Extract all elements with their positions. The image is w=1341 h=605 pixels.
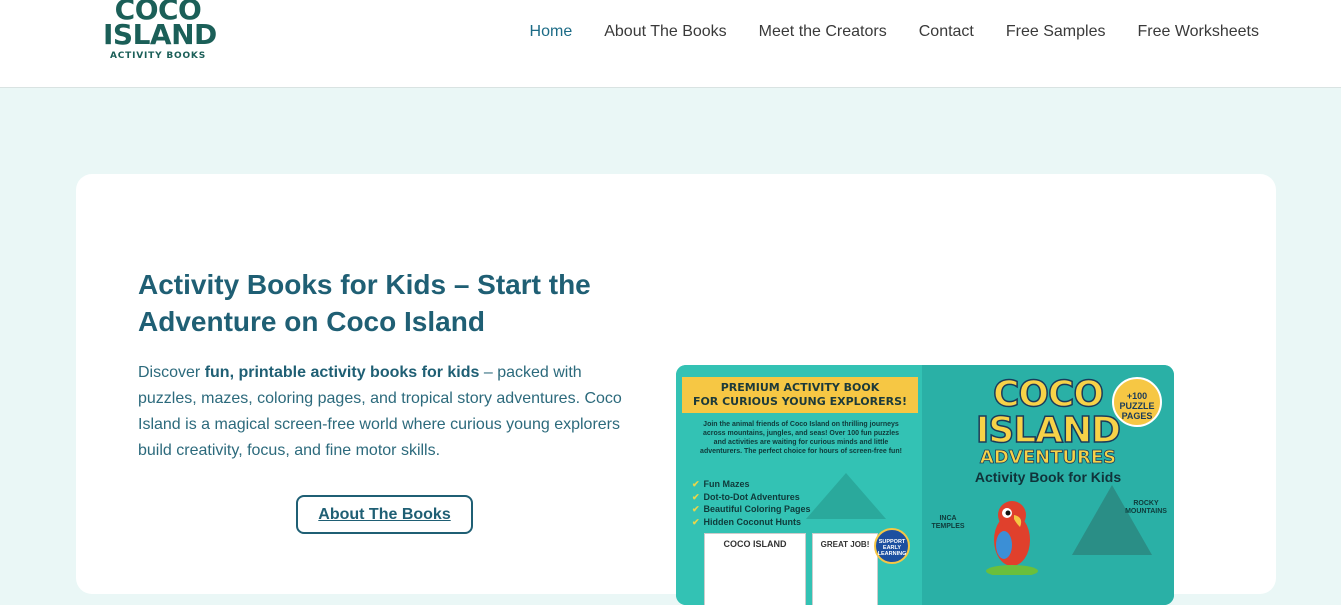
puzzle-pages-badge: +100 PUZZLE PAGES — [1112, 377, 1162, 427]
feature-label: Hidden Coconut Hunts — [703, 516, 802, 527]
desc-before: Discover — [138, 364, 205, 381]
nav-contact[interactable]: Contact — [919, 22, 974, 42]
feature-item: ✔ Fun Mazes — [692, 478, 811, 491]
feature-list: ✔ Fun Mazes ✔ Dot-to-Dot Adventures ✔ Beaut… — [692, 478, 811, 528]
sample-page-thumbnail: COCO ISLAND — [704, 533, 806, 605]
mountain-illustration-2 — [1072, 485, 1152, 555]
about-the-books-button[interactable]: About The Books — [296, 495, 473, 534]
sample-page-title: COCO ISLAND — [723, 539, 787, 549]
nav-free-worksheets[interactable]: Free Worksheets — [1137, 22, 1259, 42]
main-nav: Home About The Books Meet the Creators C… — [498, 22, 1259, 42]
support-badge: SUPPORT EARLY LEARNING — [874, 528, 910, 564]
back-banner-line-2: FOR CURIOUS YOUNG EXPLORERS! — [692, 395, 908, 408]
rocky-mountains-label: ROCKY MOUNTAINS — [1125, 500, 1167, 515]
site-logo[interactable]: COCO ISLAND ACTIVITY BOOKS — [103, 0, 217, 61]
nav-free-samples[interactable]: Free Samples — [1006, 22, 1106, 42]
check-icon: ✔ — [692, 491, 700, 502]
feature-item: ✔ Beautiful Coloring Pages — [692, 503, 811, 516]
sample-page-thumbnail-2: GREAT JOB! — [812, 533, 878, 605]
feature-label: Beautiful Coloring Pages — [703, 504, 811, 514]
feature-item: ✔ Hidden Coconut Hunts — [692, 516, 811, 529]
cover-subtitle: ADVENTURES — [979, 447, 1117, 469]
check-icon: ✔ — [692, 479, 700, 489]
feature-label: Dot-to-Dot Adventures — [703, 491, 800, 502]
nav-meet-the-creators[interactable]: Meet the Creators — [759, 22, 887, 42]
hero-description: Discover fun, printable activity books f… — [138, 360, 638, 464]
book-back-cover: PREMIUM ACTIVITY BOOK FOR CURIOUS YOUNG … — [676, 365, 922, 605]
mountain-illustration — [806, 473, 886, 519]
back-blurb: Join the animal friends of Coco Island o… — [700, 421, 902, 455]
book-cover-image: PREMIUM ACTIVITY BOOK FOR CURIOUS YOUNG … — [676, 365, 1174, 605]
check-icon: ✔ — [692, 504, 700, 514]
inca-temples-label: INCA TEMPLES — [931, 515, 965, 530]
check-icon: ✔ — [692, 516, 700, 527]
sample-page-title-2: GREAT JOB! — [820, 540, 870, 549]
desc-bold: fun, printable activity books for kids — [204, 364, 480, 381]
site-header: COCO ISLAND ACTIVITY BOOKS Home About Th… — [0, 0, 1341, 88]
hero-title: Activity Books for Kids – Start the Adve… — [138, 269, 591, 337]
nav-about-the-books[interactable]: About The Books — [604, 22, 726, 42]
feature-label: Fun Mazes — [703, 479, 750, 489]
book-front-cover: COCO ISLAND +100 PUZZLE PAGES ADVENTURES… — [922, 365, 1174, 605]
parrot-icon — [986, 501, 1038, 575]
feature-item: ✔ Dot-to-Dot Adventures — [692, 491, 811, 504]
hero-card: Activity Books for Kids – Start the Adve… — [76, 174, 1276, 605]
cover-tagline: Activity Book for Kids — [974, 469, 1122, 485]
logo-line-3: ACTIVITY BOOKS — [110, 51, 206, 61]
back-banner-line-1: PREMIUM ACTIVITY BOOK — [720, 381, 880, 394]
logo-line-2: ISLAND — [103, 18, 217, 51]
nav-home[interactable]: Home — [530, 22, 573, 42]
back-banner: PREMIUM ACTIVITY BOOK FOR CURIOUS YOUNG … — [682, 377, 918, 413]
